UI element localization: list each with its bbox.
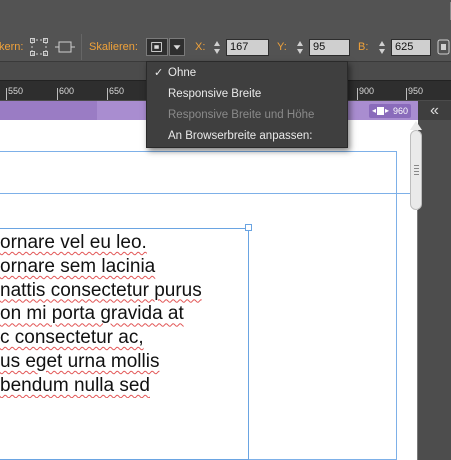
y-field[interactable]: 95 bbox=[309, 39, 350, 56]
scale-mode-icon[interactable] bbox=[146, 38, 168, 56]
chevron-down-icon[interactable] bbox=[169, 38, 185, 56]
text-line: bendum nulla sed bbox=[0, 374, 150, 396]
body-text[interactable]: ornare vel eu leo. ornare sem lacinia na… bbox=[0, 231, 250, 398]
grip-line bbox=[414, 168, 419, 169]
text-line: ornare sem lacinia bbox=[0, 255, 156, 277]
vertical-scrollbar-thumb[interactable] bbox=[410, 130, 422, 210]
ruler-label-950: 950 bbox=[408, 86, 424, 96]
ruler-label-550: 550 bbox=[8, 86, 24, 96]
guide-line bbox=[0, 193, 418, 194]
marker-arrows-right-icon: ▸ bbox=[385, 106, 390, 115]
text-line: c consectetur ac, bbox=[0, 327, 144, 349]
y-stepper-icon[interactable] bbox=[296, 39, 304, 56]
resize-handle[interactable] bbox=[245, 224, 252, 231]
checkmark-icon: ✓ bbox=[154, 67, 164, 79]
separator bbox=[81, 34, 82, 60]
x-label: X: bbox=[195, 41, 206, 53]
pasteboard bbox=[418, 120, 451, 460]
grip-line bbox=[414, 171, 419, 172]
ruler-label-600: 600 bbox=[59, 86, 75, 96]
ruler-label-900: 900 bbox=[359, 86, 375, 96]
menu-item-fit-browser-width[interactable]: An Browserbreite anpassen: bbox=[147, 126, 347, 146]
grip-line bbox=[414, 165, 419, 166]
x-field[interactable]: 167 bbox=[226, 39, 269, 56]
anchor-label: kern: bbox=[0, 41, 24, 53]
b-label: B: bbox=[358, 41, 369, 53]
ruler-tick bbox=[357, 88, 358, 100]
breakpoint-value: 960 bbox=[393, 106, 409, 116]
menu-item-responsive-width[interactable]: Responsive Breite bbox=[147, 84, 347, 104]
text-line: us eget urna mollis bbox=[0, 350, 160, 372]
menu-item-label: An Browserbreite anpassen: bbox=[168, 130, 313, 142]
menu-item-label: Responsive Breite bbox=[168, 88, 262, 100]
scale-label: Skalieren: bbox=[89, 41, 138, 53]
breakpoint-marker[interactable]: ◂ ▸ 960 bbox=[369, 104, 411, 118]
anchor-position-icon[interactable] bbox=[30, 38, 52, 56]
menu-item-label: Ohne bbox=[168, 67, 197, 79]
x-stepper-icon[interactable] bbox=[213, 39, 221, 56]
marker-square-icon bbox=[377, 107, 384, 115]
marker-arrows-icon: ◂ bbox=[372, 106, 377, 115]
scale-dropdown-menu: ✓ Ohne Responsive Breite Responsive Brei… bbox=[146, 61, 348, 148]
ruler-tick bbox=[57, 88, 58, 100]
canvas-edge bbox=[417, 210, 418, 460]
ruler-tick bbox=[406, 88, 407, 100]
b-stepper-icon[interactable] bbox=[378, 39, 386, 56]
ruler-tick bbox=[107, 88, 108, 100]
b-field[interactable]: 625 bbox=[391, 39, 431, 56]
grip-line bbox=[414, 174, 419, 175]
menu-item-responsive-width-height: Responsive Breite und Höhe bbox=[147, 105, 347, 125]
y-label: Y: bbox=[277, 41, 287, 53]
ruler-tick bbox=[6, 88, 7, 100]
menu-item-ohne[interactable]: ✓ Ohne bbox=[147, 63, 347, 83]
breakpoint-bar-range bbox=[0, 101, 97, 120]
text-line: on mi porta gravida at bbox=[0, 303, 184, 325]
panel-divider bbox=[436, 2, 451, 20]
text-line: ornare vel eu leo. bbox=[0, 232, 147, 253]
anchor-object-icon[interactable] bbox=[55, 38, 77, 56]
text-line: nattis consectetur purus bbox=[0, 279, 202, 301]
ruler-label-650: 650 bbox=[109, 86, 125, 96]
scroll-up-arrow-icon[interactable] bbox=[410, 121, 422, 130]
menu-item-label: Responsive Breite und Höhe bbox=[168, 109, 315, 121]
control-bar: kern: Skalieren: X: 167 Y: 95 B: 625 bbox=[0, 0, 451, 62]
collapse-panel-icon[interactable]: « bbox=[418, 101, 451, 122]
constrain-proportions-icon[interactable] bbox=[437, 38, 451, 56]
